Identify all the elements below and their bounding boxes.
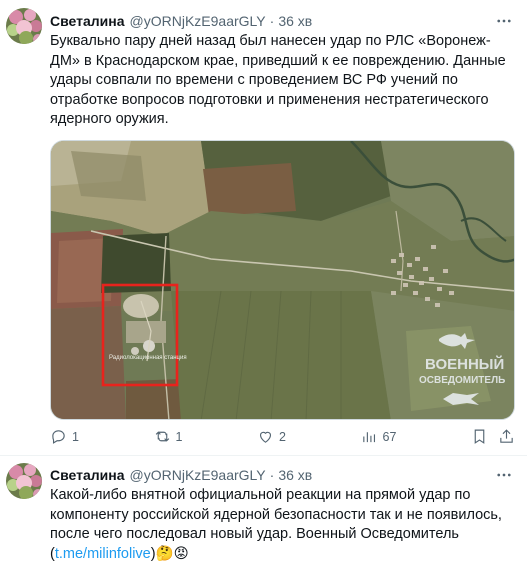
map-label: Радиолокационная станция <box>109 355 187 361</box>
emojis: 🤔😡 <box>155 545 189 562</box>
separator-dot: · <box>269 13 275 29</box>
tweet-header: Светалина @yORNjKzE9aarGLY · 36 хв <box>50 10 515 32</box>
avatar[interactable] <box>6 463 42 499</box>
avatar-image <box>6 463 42 499</box>
bookmark-icon <box>474 429 485 444</box>
more-button[interactable] <box>493 464 515 486</box>
satellite-image: Радиолокационная станция ВОЕННЫЙ ОСВЕДОМ… <box>51 140 514 419</box>
tweet-header: Светалина @yORNjKzE9aarGLY · 36 хв <box>50 464 515 486</box>
tweet-text-main: Какой-либо внятной официальной реакции н… <box>50 487 502 542</box>
reply-button[interactable]: 1 <box>50 428 79 445</box>
reply-icon <box>52 430 65 444</box>
like-button[interactable]: 2 <box>257 428 286 445</box>
tweet[interactable]: Светалина @yORNjKzE9aarGLY · 36 хв Буква… <box>0 0 527 456</box>
action-bar: 1 1 2 67 <box>50 428 515 445</box>
telegram-link[interactable]: t.me/milinfolive <box>55 546 151 562</box>
tweet-text: Буквально пару дней назад был нанесен уд… <box>50 33 506 127</box>
tweet-media[interactable]: Радиолокационная станция ВОЕННЫЙ ОСВЕДОМ… <box>50 139 515 420</box>
tweet-text: Какой-либо внятной официальной реакции н… <box>50 486 515 562</box>
like-icon <box>259 431 272 443</box>
share-icon <box>500 429 513 443</box>
tweet[interactable]: Светалина @yORNjKzE9aarGLY · 36 хв Какой… <box>0 457 527 562</box>
avatar[interactable] <box>6 8 42 44</box>
more-icon <box>497 473 511 477</box>
svg-text:ВОЕННЫЙ: ВОЕННЫЙ <box>425 355 504 373</box>
timestamp[interactable]: 36 хв <box>278 13 312 29</box>
separator-dot: · <box>269 467 275 483</box>
more-button[interactable] <box>493 10 515 32</box>
display-name[interactable]: Светалина <box>50 13 125 29</box>
retweet-icon <box>155 431 169 442</box>
svg-text:ОСВЕДОМИТЕЛЬ: ОСВЕДОМИТЕЛЬ <box>419 375 505 386</box>
handle[interactable]: @yORNjKzE9aarGLY <box>130 13 266 29</box>
views-icon <box>362 432 375 443</box>
reply-count: 1 <box>72 429 79 444</box>
more-icon <box>497 19 511 23</box>
display-name[interactable]: Светалина <box>50 467 125 483</box>
bookmark-button[interactable] <box>471 428 488 445</box>
views-button[interactable]: 67 <box>361 428 397 445</box>
timestamp[interactable]: 36 хв <box>278 467 312 483</box>
handle[interactable]: @yORNjKzE9aarGLY <box>130 467 266 483</box>
share-button[interactable] <box>498 428 515 445</box>
avatar-image <box>6 8 42 44</box>
like-count: 2 <box>279 429 286 444</box>
views-count: 67 <box>382 429 397 444</box>
retweet-count: 1 <box>175 429 183 444</box>
retweet-button[interactable]: 1 <box>154 428 183 445</box>
